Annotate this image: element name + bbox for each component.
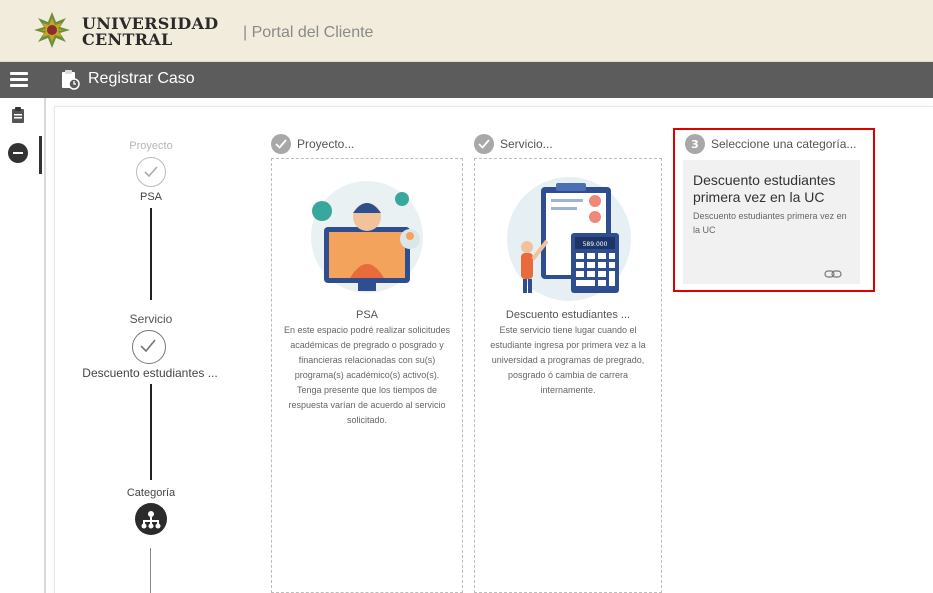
servicio-column-header: Servicio...	[474, 133, 553, 155]
logo-line-2: CENTRAL	[82, 30, 173, 49]
register-case-icon	[60, 69, 80, 91]
categoria-header-text: Seleccione una categoría...	[711, 137, 857, 151]
toolbar: Registrar Caso	[0, 62, 933, 98]
university-logo-text: UNIVERSIDAD CENTRAL	[82, 16, 218, 48]
categoria-column-header: 3 Seleccione una categoría...	[685, 133, 856, 155]
step-1-label: Proyecto	[129, 140, 173, 152]
servicio-card-desc: Este servicio tiene lugar cuando el estu…	[490, 325, 646, 395]
step-2-label: Servicio	[129, 312, 173, 326]
servicio-card[interactable]: 589.000 Descuento estudiantes ... Este s…	[474, 158, 662, 593]
clipboard-icon[interactable]	[11, 106, 25, 124]
support-agent-illustration	[300, 177, 434, 297]
portal-title: | Portal del Cliente	[243, 24, 374, 41]
servicio-card-title: Descuento estudiantes ...	[505, 309, 631, 321]
calculator-display-amount: 589.000	[583, 241, 608, 248]
collapse-icon[interactable]	[8, 143, 28, 163]
step-1-check-icon	[136, 157, 166, 187]
servicio-header-text: Servicio...	[500, 137, 553, 151]
university-logo-icon	[32, 10, 72, 50]
page-title: Registrar Caso	[88, 70, 195, 87]
proyecto-card-title: PSA	[355, 309, 378, 321]
category-tree-icon	[135, 503, 167, 535]
menu-icon[interactable]	[10, 72, 28, 88]
link-icon[interactable]	[824, 264, 842, 278]
rail-active-indicator	[39, 136, 42, 174]
step-3-number-badge: 3	[685, 134, 705, 154]
proyecto-card[interactable]: PSA En este espacio podré realizar solic…	[271, 158, 463, 593]
step-2-value: Descuento estudiantes ...	[82, 366, 218, 380]
app-header: UNIVERSIDAD CENTRAL | Portal del Cliente	[0, 0, 933, 62]
category-card-desc: Descuento estudiantes primera vez en la …	[693, 211, 847, 235]
proyecto-header-text: Proyecto...	[297, 137, 355, 151]
step-1-value: PSA	[139, 191, 162, 203]
stepper-line-2	[150, 384, 152, 480]
proyecto-card-desc: En este espacio podré realizar solicitud…	[283, 325, 451, 425]
step-3-label: Categoría	[126, 487, 176, 499]
proyecto-column-header: Proyecto...	[271, 133, 354, 155]
proyecto-check-icon	[271, 134, 291, 154]
calculator-illustration: 589.000	[501, 167, 637, 303]
stepper-line-1	[150, 208, 152, 300]
servicio-check-icon	[474, 134, 494, 154]
rail-divider	[44, 98, 46, 593]
step-2-check-icon	[132, 330, 166, 364]
stepper-line-3	[150, 548, 151, 593]
category-card-title: Descuento estudiantes primera vez en la …	[693, 172, 836, 205]
